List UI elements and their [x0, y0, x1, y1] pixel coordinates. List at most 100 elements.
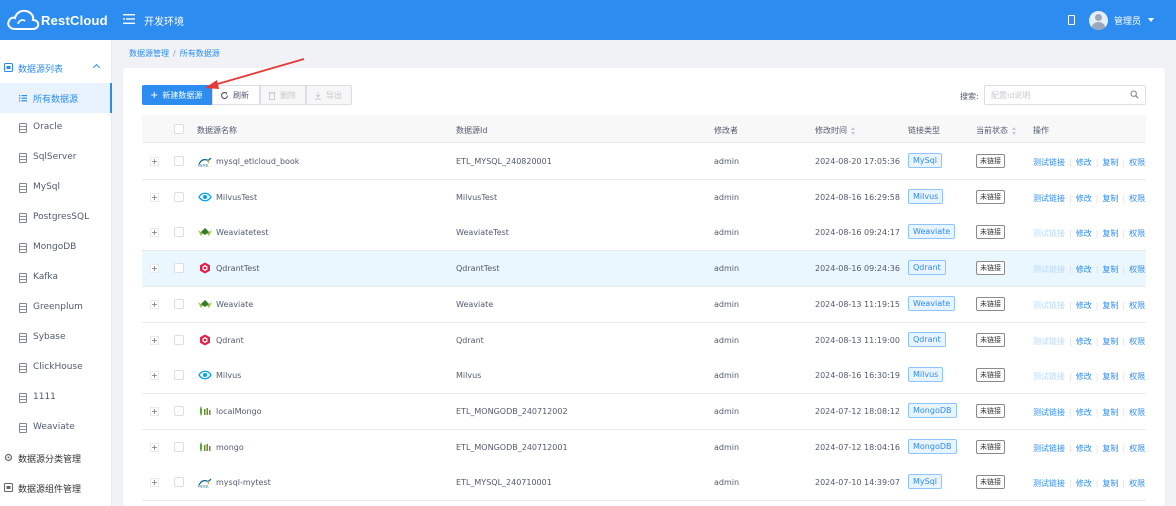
header-time[interactable]: 修改时间	[815, 125, 856, 136]
row-checkbox[interactable]	[174, 298, 184, 309]
expand-row-button[interactable]: +	[150, 371, 159, 381]
datasource-name[interactable]: Milvus	[216, 371, 241, 380]
edit-action[interactable]: 修改	[1076, 229, 1092, 238]
fullscreen-icon[interactable]	[1067, 15, 1075, 25]
test-link-action[interactable]: 测试链接	[1033, 337, 1065, 346]
avatar[interactable]	[1088, 10, 1108, 30]
test-link-action[interactable]: 测试链接	[1033, 479, 1065, 488]
sort-icon[interactable]	[851, 126, 856, 135]
table-row[interactable]: + localMongo ETL_MONGODB_240712002 admin 202…	[142, 393, 1146, 430]
datasource-name[interactable]: mysql_etlcloud_book	[216, 157, 299, 166]
sidebar-item[interactable]: 1111	[0, 383, 112, 413]
expand-row-button[interactable]: +	[150, 442, 159, 452]
user-name[interactable]: 管理员	[1114, 14, 1141, 27]
menu-toggle-icon[interactable]	[123, 13, 135, 25]
permission-action[interactable]: 权限	[1129, 408, 1145, 417]
copy-action[interactable]: 复制	[1102, 408, 1118, 417]
row-checkbox[interactable]	[174, 477, 184, 488]
copy-action[interactable]: 复制	[1102, 158, 1118, 167]
sidebar-item[interactable]: MongoDB	[0, 233, 112, 263]
table-row[interactable]: + Weaviate Weaviate admin 2024-08-13 11:19:1…	[142, 286, 1146, 323]
table-row[interactable]: + Qdrant Qdrant admin 2024-08-13 11:19:00 Qdr…	[142, 322, 1146, 359]
expand-row-button[interactable]: +	[150, 192, 159, 202]
copy-action[interactable]: 复制	[1102, 194, 1118, 203]
test-link-action[interactable]: 测试链接	[1033, 372, 1065, 381]
sidebar-item[interactable]: MySql	[0, 173, 112, 203]
sidebar-group-component[interactable]: 数据源组件管理	[0, 473, 112, 503]
test-link-action[interactable]: 测试链接	[1033, 408, 1065, 417]
search-input[interactable]	[984, 85, 1146, 105]
table-row[interactable]: + mongo ETL_MONGODB_240712001 admin 2024-07-…	[142, 429, 1146, 466]
expand-row-button[interactable]: +	[150, 264, 159, 274]
logo[interactable]: RestCloud	[0, 0, 112, 40]
edit-action[interactable]: 修改	[1076, 158, 1092, 167]
copy-action[interactable]: 复制	[1102, 372, 1118, 381]
row-checkbox[interactable]	[174, 263, 184, 274]
row-checkbox[interactable]	[174, 227, 184, 238]
sidebar-item[interactable]: Greenplum	[0, 293, 112, 323]
sidebar-item[interactable]: PostgresSQL	[0, 203, 112, 233]
datasource-name[interactable]: Weaviatetest	[216, 228, 269, 237]
copy-action[interactable]: 复制	[1102, 444, 1118, 453]
expand-row-button[interactable]: +	[150, 228, 159, 238]
expand-row-button[interactable]: +	[150, 299, 159, 309]
expand-row-button[interactable]: +	[150, 406, 159, 416]
edit-action[interactable]: 修改	[1076, 408, 1092, 417]
breadcrumb-parent[interactable]: 数据源管理	[129, 49, 169, 58]
row-checkbox[interactable]	[174, 370, 184, 381]
expand-row-button[interactable]: +	[150, 478, 159, 488]
copy-action[interactable]: 复制	[1102, 479, 1118, 488]
row-checkbox[interactable]	[174, 156, 184, 166]
table-row[interactable]: + MilvusTest MilvusTest admin 2024-08-16 16:…	[142, 179, 1146, 216]
row-checkbox[interactable]	[174, 441, 184, 452]
copy-action[interactable]: 复制	[1102, 301, 1118, 310]
sidebar-item[interactable]: Weaviate	[0, 413, 112, 443]
datasource-name[interactable]: QdrantTest	[216, 264, 260, 273]
copy-action[interactable]: 复制	[1102, 229, 1118, 238]
datasource-name[interactable]: mysql-mytest	[216, 478, 271, 487]
permission-action[interactable]: 权限	[1129, 372, 1145, 381]
edit-action[interactable]: 修改	[1076, 479, 1092, 488]
permission-action[interactable]: 权限	[1129, 194, 1145, 203]
edit-action[interactable]: 修改	[1076, 372, 1092, 381]
datasource-name[interactable]: Qdrant	[216, 336, 244, 345]
permission-action[interactable]: 权限	[1129, 301, 1145, 310]
test-link-action[interactable]: 测试链接	[1033, 265, 1065, 274]
copy-action[interactable]: 复制	[1102, 337, 1118, 346]
table-row[interactable]: + MySQL mysql-mytest ETL_MYSQL_240710001 adm…	[142, 465, 1146, 502]
environment-label[interactable]: 开发环境	[144, 13, 184, 28]
sidebar-item[interactable]: 所有数据源	[0, 83, 112, 113]
chevron-down-icon[interactable]	[1148, 18, 1154, 22]
test-link-action[interactable]: 测试链接	[1033, 229, 1065, 238]
permission-action[interactable]: 权限	[1129, 337, 1145, 346]
edit-action[interactable]: 修改	[1076, 265, 1092, 274]
permission-action[interactable]: 权限	[1129, 265, 1145, 274]
sidebar-group-datasource-list[interactable]: 数据源列表	[0, 53, 112, 83]
edit-action[interactable]: 修改	[1076, 301, 1092, 310]
expand-row-button[interactable]: +	[150, 157, 159, 166]
permission-action[interactable]: 权限	[1129, 479, 1145, 488]
search-icon[interactable]	[1130, 90, 1139, 99]
table-row[interactable]: + QdrantTest QdrantTest admin 2024-08-16 09:…	[142, 251, 1146, 288]
sidebar-item[interactable]: SqlServer	[0, 143, 112, 173]
datasource-name[interactable]: mongo	[216, 443, 244, 452]
edit-action[interactable]: 修改	[1076, 194, 1092, 203]
sidebar-item[interactable]: Kafka	[0, 263, 112, 293]
row-checkbox[interactable]	[174, 405, 184, 416]
test-link-action[interactable]: 测试链接	[1033, 194, 1065, 203]
table-row[interactable]: + MySQL mysql_etlcloud_book ETL_MYSQL_24082…	[142, 144, 1146, 180]
export-button[interactable]: 导出	[306, 85, 352, 105]
header-status[interactable]: 当前状态	[976, 125, 1017, 136]
test-link-action[interactable]: 测试链接	[1033, 301, 1065, 310]
test-link-action[interactable]: 测试链接	[1033, 444, 1065, 453]
datasource-name[interactable]: localMongo	[216, 407, 261, 416]
breadcrumb-current[interactable]: 所有数据源	[180, 49, 220, 58]
row-checkbox[interactable]	[174, 334, 184, 345]
table-row[interactable]: + Milvus Milvus admin 2024-08-16 16:30:19 Mil…	[142, 358, 1146, 395]
table-row[interactable]: + Weaviatetest WeaviateTest admin 2024-08-16…	[142, 215, 1146, 252]
copy-action[interactable]: 复制	[1102, 265, 1118, 274]
edit-action[interactable]: 修改	[1076, 337, 1092, 346]
datasource-name[interactable]: Weaviate	[216, 300, 253, 309]
sort-icon[interactable]	[1012, 126, 1017, 135]
datasource-name[interactable]: MilvusTest	[216, 193, 257, 202]
